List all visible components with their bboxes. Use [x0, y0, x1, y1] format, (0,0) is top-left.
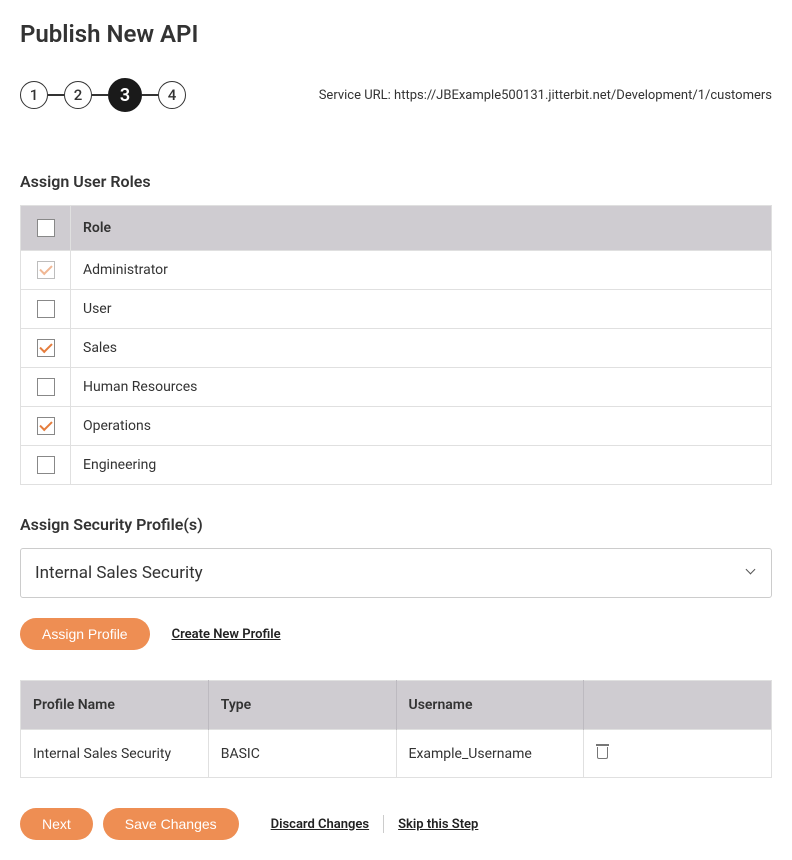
table-row: Engineering	[21, 446, 772, 485]
role-checkbox	[37, 261, 55, 279]
roles-header-role: Role	[71, 206, 772, 251]
profile-select-value: Internal Sales Security	[35, 563, 203, 583]
service-url: Service URL: https://JBExample500131.jit…	[319, 88, 772, 103]
roles-table: Role AdministratorUserSalesHuman Resourc…	[20, 205, 772, 485]
roles-title: Assign User Roles	[20, 172, 772, 191]
role-checkbox[interactable]	[37, 456, 55, 474]
profiles-header-username: Username	[396, 681, 584, 730]
table-row: User	[21, 290, 772, 329]
role-name: Human Resources	[71, 368, 772, 407]
role-name: Sales	[71, 329, 772, 368]
profiles-header-actions	[584, 681, 772, 730]
profiles-header-name: Profile Name	[21, 681, 209, 730]
step-1[interactable]: 1	[20, 81, 48, 109]
profile-username-cell: Example_Username	[396, 730, 584, 778]
next-button[interactable]: Next	[20, 808, 93, 840]
save-changes-button[interactable]: Save Changes	[103, 808, 239, 840]
role-name: Engineering	[71, 446, 772, 485]
profile-actions: Assign Profile Create New Profile	[20, 618, 772, 650]
profile-name-cell: Internal Sales Security	[21, 730, 209, 778]
role-checkbox-cell	[21, 290, 71, 329]
step-2[interactable]: 2	[64, 81, 92, 109]
select-all-checkbox[interactable]	[37, 219, 55, 237]
table-row: Operations	[21, 407, 772, 446]
bottom-actions: Next Save Changes Discard Changes Skip t…	[20, 808, 772, 840]
role-checkbox-cell	[21, 251, 71, 290]
role-checkbox[interactable]	[37, 378, 55, 396]
role-name: Administrator	[71, 251, 772, 290]
top-row: 1 2 3 4 Service URL: https://JBExample50…	[20, 78, 772, 112]
role-checkbox[interactable]	[37, 417, 55, 435]
service-url-label: Service URL:	[319, 88, 391, 103]
step-3[interactable]: 3	[108, 78, 142, 112]
assign-profile-button[interactable]: Assign Profile	[20, 618, 150, 650]
step-4[interactable]: 4	[158, 81, 186, 109]
stepper: 1 2 3 4	[20, 78, 186, 112]
profiles-title: Assign Security Profile(s)	[20, 515, 772, 534]
step-line	[48, 94, 64, 96]
role-checkbox-cell	[21, 368, 71, 407]
table-row: Internal Sales SecurityBASICExample_User…	[21, 730, 772, 778]
profiles-table: Profile Name Type Username Internal Sale…	[20, 680, 772, 778]
role-checkbox[interactable]	[37, 300, 55, 318]
role-checkbox[interactable]	[37, 339, 55, 357]
profile-type-cell: BASIC	[208, 730, 396, 778]
profile-select-wrap: Internal Sales Security	[20, 548, 772, 598]
role-checkbox-cell	[21, 407, 71, 446]
discard-changes-link[interactable]: Discard Changes	[271, 817, 369, 832]
table-row: Administrator	[21, 251, 772, 290]
role-checkbox-cell	[21, 446, 71, 485]
role-checkbox-cell	[21, 329, 71, 368]
trash-icon[interactable]	[596, 744, 609, 759]
chevron-down-icon	[747, 568, 757, 578]
step-line	[92, 94, 108, 96]
role-name: Operations	[71, 407, 772, 446]
step-line	[142, 94, 158, 96]
role-name: User	[71, 290, 772, 329]
profiles-header-type: Type	[208, 681, 396, 730]
service-url-value: https://JBExample500131.jitterbit.net/De…	[394, 88, 772, 103]
table-row: Sales	[21, 329, 772, 368]
roles-header-checkbox-col	[21, 206, 71, 251]
table-row: Human Resources	[21, 368, 772, 407]
create-new-profile-link[interactable]: Create New Profile	[172, 627, 281, 642]
page-title: Publish New API	[20, 20, 772, 48]
profile-actions-cell	[584, 730, 772, 778]
profile-select[interactable]: Internal Sales Security	[20, 548, 772, 598]
skip-step-link[interactable]: Skip this Step	[398, 817, 478, 832]
